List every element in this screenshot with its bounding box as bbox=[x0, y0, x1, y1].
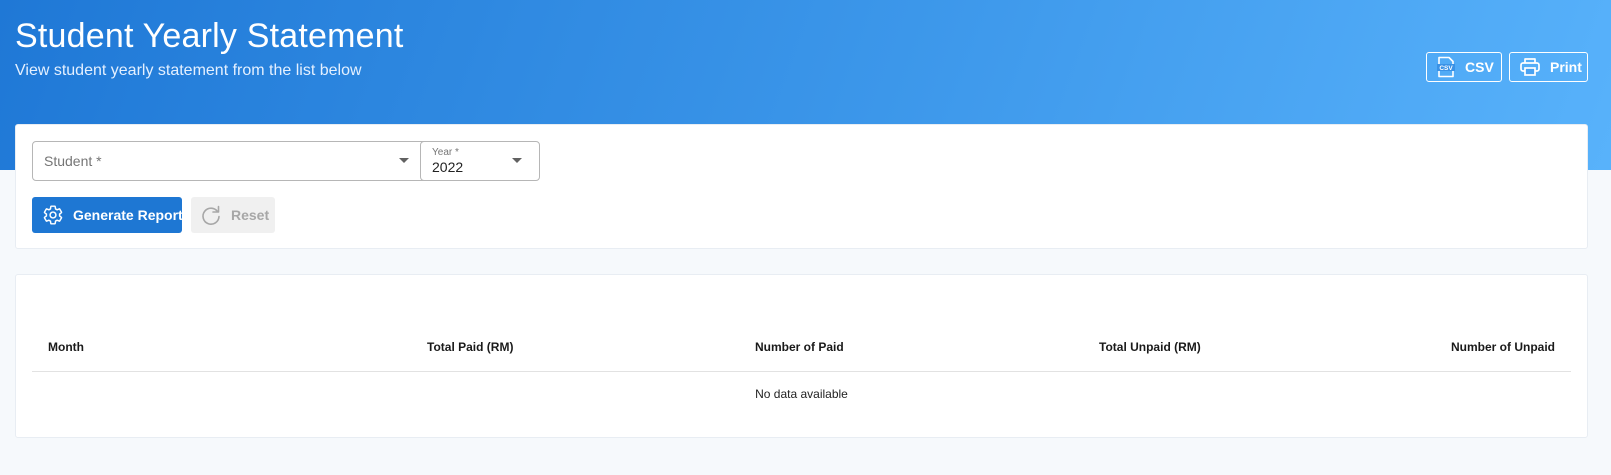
chevron-down-icon bbox=[512, 158, 522, 163]
column-header-total-unpaid[interactable]: Total Unpaid (RM) bbox=[1099, 340, 1201, 354]
csv-file-icon: CSV bbox=[1436, 56, 1456, 78]
chevron-down-icon bbox=[399, 158, 409, 163]
student-select[interactable]: Student * bbox=[32, 141, 427, 181]
csv-button-label: CSV bbox=[1465, 59, 1494, 75]
column-header-number-of-paid[interactable]: Number of Paid bbox=[755, 340, 844, 354]
empty-table-message: No data available bbox=[755, 387, 848, 401]
statement-table-card: Month Total Paid (RM) Number of Paid Tot… bbox=[15, 274, 1588, 438]
report-filter-card: Student * Year * 2022 Generate Report Re… bbox=[15, 124, 1588, 249]
column-header-number-of-unpaid[interactable]: Number of Unpaid bbox=[1451, 340, 1555, 354]
year-select-label: Year * bbox=[432, 147, 459, 158]
table-header-divider bbox=[32, 371, 1571, 372]
column-header-total-paid[interactable]: Total Paid (RM) bbox=[427, 340, 513, 354]
printer-icon bbox=[1519, 57, 1541, 77]
page-title: Student Yearly Statement bbox=[15, 17, 404, 55]
gear-icon bbox=[42, 204, 64, 226]
generate-report-button[interactable]: Generate Report bbox=[32, 197, 183, 233]
reset-button[interactable]: Reset bbox=[191, 197, 275, 233]
student-select-placeholder: Student * bbox=[44, 153, 102, 169]
year-select-value: 2022 bbox=[432, 159, 464, 175]
page-subtitle: View student yearly statement from the l… bbox=[15, 62, 362, 79]
svg-text:CSV: CSV bbox=[1439, 65, 1453, 72]
generate-report-label: Generate Report bbox=[73, 207, 183, 223]
print-button[interactable]: Print bbox=[1509, 52, 1588, 82]
reset-label: Reset bbox=[231, 207, 270, 223]
csv-export-button[interactable]: CSV CSV bbox=[1426, 52, 1502, 82]
print-button-label: Print bbox=[1550, 59, 1582, 75]
year-select[interactable]: Year * 2022 bbox=[420, 141, 540, 181]
column-header-month[interactable]: Month bbox=[48, 340, 84, 354]
refresh-icon bbox=[200, 204, 222, 226]
